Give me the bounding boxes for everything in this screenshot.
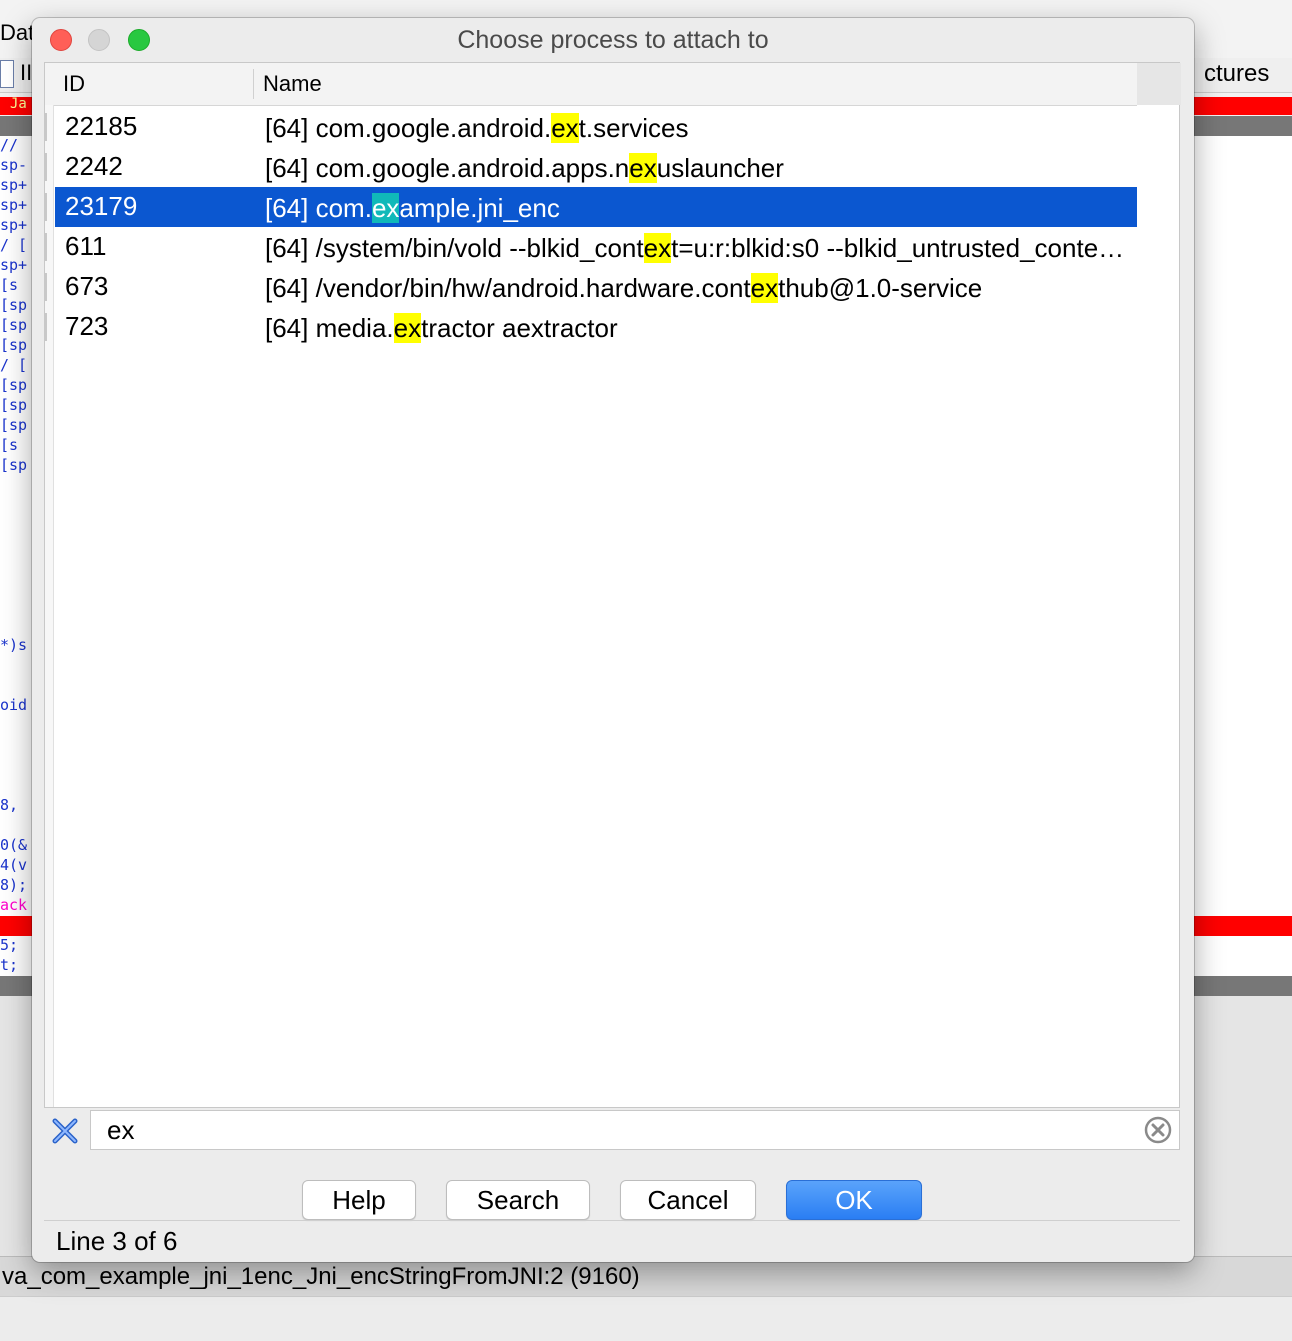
table-row[interactable]: 22185 [64] com.google.android.ext.service…	[45, 107, 1137, 147]
code-line: sp+	[0, 176, 28, 194]
code-line: oid	[0, 696, 28, 714]
code-line: *)s	[0, 636, 28, 654]
row-marker	[45, 113, 47, 141]
process-name-prefix: [64] com.google.android.apps.n	[265, 153, 630, 183]
status-divider	[44, 1220, 1180, 1221]
code-line: sp+	[0, 196, 28, 214]
code-line: [sp	[0, 376, 28, 394]
process-name-suffix: t=u:r:blkid:s0 --blkid_untrusted_context…	[671, 233, 1125, 263]
match-highlight: ex	[629, 153, 657, 183]
table-row[interactable]: 673 [64] /vendor/bin/hw/android.hardware.…	[45, 267, 1137, 307]
table-header-corner	[1137, 63, 1181, 105]
process-name: [64] com.google.android.apps.nexuslaunch…	[265, 153, 1125, 184]
background-red-bar-label: Ja	[10, 96, 27, 112]
dialog-title: Choose process to attach to	[457, 26, 769, 54]
code-line: / [	[0, 236, 28, 254]
column-header-name[interactable]: Name	[263, 71, 322, 97]
match-highlight: ex	[371, 193, 400, 223]
code-line: [s	[0, 436, 19, 454]
process-name-prefix: [64] media.	[265, 313, 394, 343]
code-line: t;	[0, 956, 19, 974]
status-line: Line 3 of 6	[56, 1226, 178, 1256]
table-row[interactable]: 2242 [64] com.google.android.apps.nexusla…	[45, 147, 1137, 187]
process-name-prefix: [64] com.	[265, 193, 372, 223]
code-line: sp-	[0, 156, 28, 174]
background-tab-label[interactable]: II	[20, 60, 32, 86]
row-marker	[45, 233, 47, 261]
code-line: ack	[0, 896, 28, 914]
table-row[interactable]: 23179 [64] com.example.jni_enc	[45, 187, 1137, 227]
table-row[interactable]: 723 [64] media.extractor aextractor	[45, 307, 1137, 347]
code-line: / [	[0, 356, 28, 374]
process-name-prefix: [64] /vendor/bin/hw/android.hardware.con…	[265, 273, 751, 303]
code-line: [sp	[0, 336, 28, 354]
process-name-prefix: [64] /system/bin/vold --blkid_cont	[265, 233, 644, 263]
column-divider[interactable]	[253, 69, 254, 99]
match-highlight: ex	[750, 273, 779, 303]
row-marker	[45, 193, 47, 221]
background-status-text: va_com_example_jni_1enc_Jni_encStringFro…	[0, 1256, 1292, 1296]
code-line: [s	[0, 276, 19, 294]
process-table[interactable]: ID Name 22185 [64] com.google.android.ext…	[44, 62, 1181, 1108]
process-name: [64] com.google.android.ext.services	[265, 113, 1125, 144]
code-line: sp+	[0, 256, 28, 274]
process-name-suffix: uslauncher	[656, 153, 784, 183]
filter-bar	[44, 1110, 1180, 1152]
code-line: [sp	[0, 416, 28, 434]
process-name: [64] media.extractor aextractor	[265, 313, 1125, 344]
process-name-prefix: [64] com.google.android.	[265, 113, 552, 143]
row-marker	[45, 313, 47, 341]
attach-process-dialog: Choose process to attach to ID Name 2218…	[32, 18, 1194, 1262]
code-line: [sp	[0, 456, 28, 474]
match-highlight: ex	[643, 233, 672, 263]
row-marker	[45, 153, 47, 181]
search-button[interactable]: Search	[446, 1180, 590, 1220]
process-id: 723	[65, 311, 109, 341]
process-id: 2242	[65, 151, 123, 181]
process-id: 673	[65, 271, 109, 301]
match-highlight: ex	[551, 113, 579, 143]
clear-filter-icon[interactable]	[1144, 1116, 1172, 1144]
help-button[interactable]: Help	[302, 1180, 416, 1220]
code-line: 0(&	[0, 836, 28, 854]
code-line: [sp	[0, 396, 28, 414]
code-line: 4(v	[0, 856, 28, 874]
background-footer	[0, 1296, 1292, 1341]
process-name-suffix: t.services	[578, 113, 689, 143]
process-name-suffix: thub@1.0-service	[778, 273, 983, 303]
process-id: 23179	[65, 191, 138, 221]
background-menu-fragment: Dat	[0, 20, 35, 45]
code-line: [sp	[0, 316, 28, 334]
column-header-id[interactable]: ID	[63, 71, 85, 97]
table-header: ID Name	[45, 63, 1137, 106]
process-name-suffix: ample.jni_enc	[399, 193, 560, 223]
code-line: [sp	[0, 296, 28, 314]
code-line: 5;	[0, 936, 19, 954]
code-line: 8,	[0, 796, 19, 814]
process-name-suffix: tractor aextractor	[421, 313, 618, 343]
document-icon	[0, 60, 14, 88]
match-highlight: ex	[393, 313, 422, 343]
background-tab-structures[interactable]: ctures	[1204, 60, 1269, 88]
process-id: 22185	[65, 111, 138, 141]
filter-icon[interactable]	[52, 1118, 78, 1144]
table-row[interactable]: 611 [64] /system/bin/vold --blkid_context…	[45, 227, 1137, 267]
row-marker	[45, 273, 47, 301]
cancel-button[interactable]: Cancel	[620, 1180, 756, 1220]
ok-button[interactable]: OK	[786, 1180, 922, 1220]
process-name: [64] /system/bin/vold --blkid_context=u:…	[265, 233, 1125, 264]
process-name: [64] com.example.jni_enc	[265, 193, 1125, 224]
process-name: [64] /vendor/bin/hw/android.hardware.con…	[265, 273, 1125, 304]
code-line: 8);	[0, 876, 28, 894]
dialog-titlebar[interactable]: Choose process to attach to	[32, 18, 1194, 62]
code-line: //	[0, 136, 19, 154]
filter-input[interactable]	[90, 1110, 1180, 1150]
process-id: 611	[65, 231, 107, 261]
code-line: sp+	[0, 216, 28, 234]
